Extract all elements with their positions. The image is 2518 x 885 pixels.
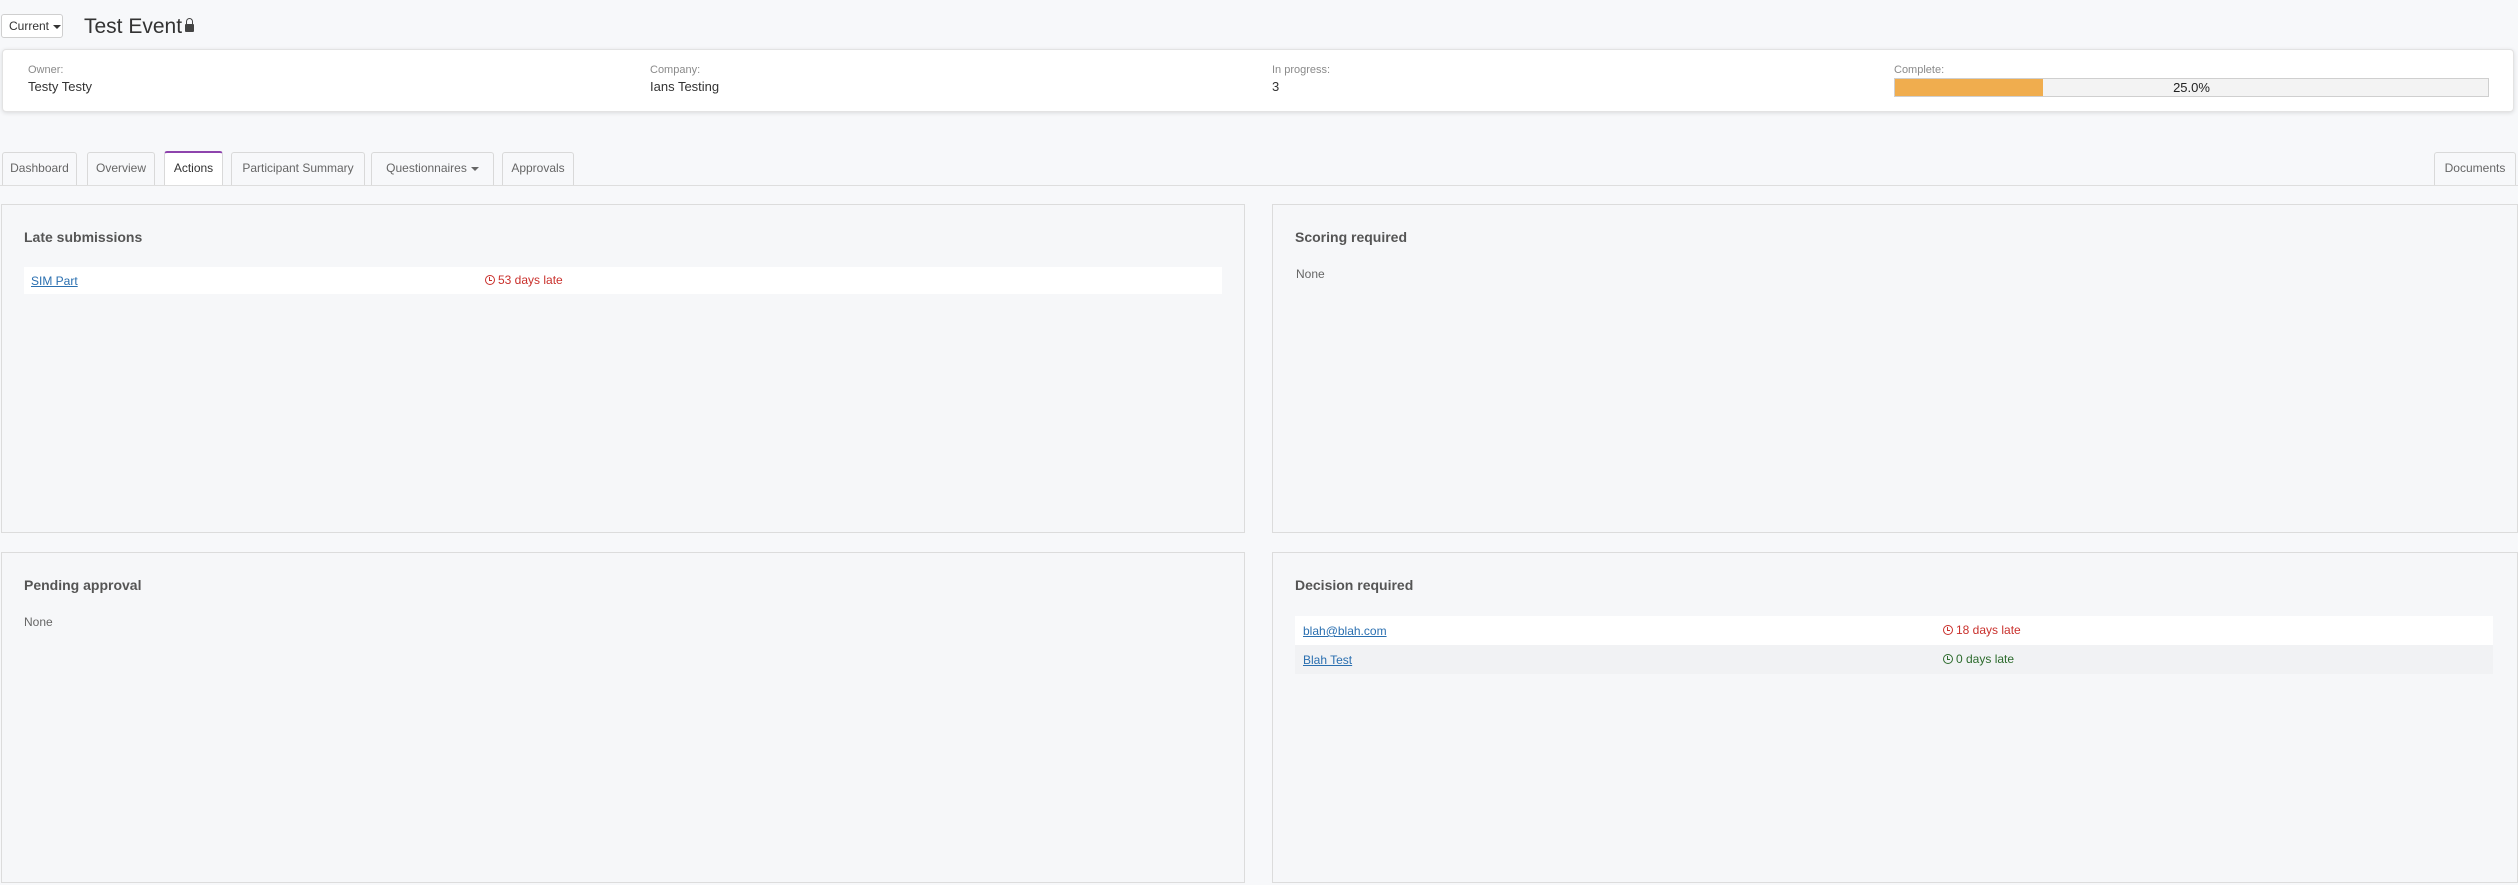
table-row: blah@blah.com 18 days late: [1295, 616, 2493, 645]
chevron-down-icon: [53, 24, 62, 29]
late-status: 53 days late: [485, 273, 563, 287]
late-status: 18 days late: [1943, 623, 2021, 637]
complete-label: Complete:: [1894, 64, 1945, 76]
late-status-text: 0 days late: [1956, 652, 2015, 666]
complete-progress-bar: 25.0%: [1894, 78, 2489, 97]
tab-label: Questionnaires: [386, 161, 467, 175]
version-dropdown-label: Current: [9, 19, 50, 33]
in-progress-field: In progress: 3: [1272, 64, 1330, 94]
in-progress-value: 3: [1272, 79, 1280, 94]
lock-icon: [185, 18, 195, 32]
page-title: Test Event: [84, 14, 195, 40]
pending-approval-title: Pending approval: [24, 577, 142, 593]
tab-dashboard[interactable]: Dashboard: [2, 152, 77, 185]
table-row: SIM Part 53 days late: [24, 267, 1222, 294]
scoring-required-empty: None: [1296, 267, 1325, 281]
tab-label: Dashboard: [10, 161, 69, 175]
event-title: Test Event: [84, 15, 183, 38]
version-dropdown[interactable]: Current: [1, 14, 63, 38]
decision-required-title: Decision required: [1295, 577, 1414, 593]
tab-label: Overview: [95, 161, 146, 175]
decision-required-panel: [1272, 552, 2518, 883]
company-label: Company:: [650, 64, 701, 76]
pending-approval-panel: [1, 552, 1245, 883]
tab-label: Participant Summary: [242, 161, 354, 175]
tab-questionnaires[interactable]: Questionnaires: [371, 152, 494, 185]
pending-approval-empty: None: [24, 615, 53, 629]
clock-icon: [1943, 625, 1953, 635]
owner-value: Testy Testy: [28, 79, 93, 94]
late-status: 0 days late: [1943, 652, 2014, 666]
owner-label: Owner:: [28, 64, 64, 76]
clock-icon: [1943, 654, 1953, 664]
tab-actions[interactable]: Actions: [164, 151, 223, 185]
tab-divider: [0, 185, 2518, 186]
table-row: Blah Test 0 days late: [1295, 645, 2493, 674]
clock-icon: [485, 275, 495, 285]
progress-text: 25.0%: [2173, 80, 2210, 95]
tab-documents[interactable]: Documents: [2434, 152, 2516, 185]
chevron-down-icon: [470, 166, 479, 171]
late-status-text: 18 days late: [1956, 623, 2021, 637]
late-status-text: 53 days late: [498, 273, 563, 287]
tab-label: Actions: [173, 161, 214, 175]
company-value: Ians Testing: [650, 79, 720, 94]
scoring-required-panel: [1272, 204, 2518, 533]
late-submissions-title: Late submissions: [24, 229, 143, 245]
in-progress-label: In progress:: [1272, 64, 1331, 76]
tab-participant-summary[interactable]: Participant Summary: [231, 152, 365, 185]
tab-approvals[interactable]: Approvals: [502, 152, 574, 185]
late-submission-link[interactable]: SIM Part: [31, 274, 78, 288]
company-field: Company: Ians Testing: [650, 64, 719, 94]
complete-field: Complete:: [1894, 64, 1944, 76]
tab-label: Approvals: [511, 161, 565, 175]
scoring-required-title: Scoring required: [1295, 229, 1408, 245]
tab-label: Documents: [2444, 161, 2506, 175]
decision-link[interactable]: blah@blah.com: [1303, 624, 1387, 638]
tab-overview[interactable]: Overview: [87, 152, 155, 185]
decision-link[interactable]: Blah Test: [1303, 653, 1352, 667]
late-submissions-panel: [1, 204, 1245, 533]
owner-field: Owner: Testy Testy: [28, 64, 92, 94]
